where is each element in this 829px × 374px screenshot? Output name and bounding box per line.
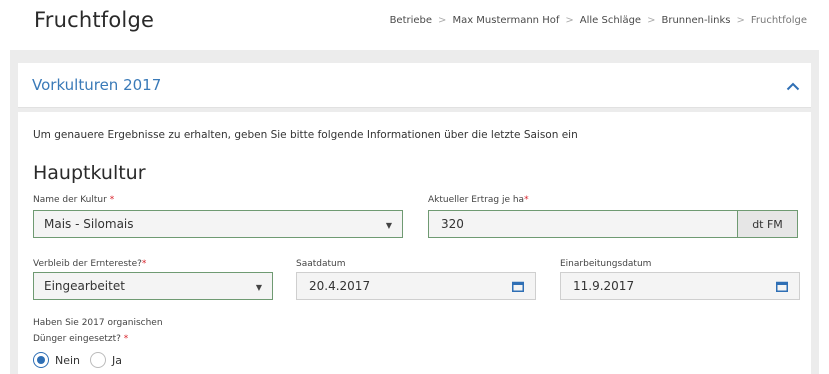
saatdatum-input[interactable]: 20.4.2017	[296, 272, 536, 300]
calendar-icon[interactable]	[512, 281, 524, 292]
kultur-label: Name der Kultur *	[33, 195, 115, 205]
required-marker: *	[141, 259, 147, 269]
required-marker: *	[109, 195, 115, 205]
breadcrumb-betriebe[interactable]: Betriebe	[390, 15, 432, 26]
duenger-radio-group: Nein Ja	[33, 352, 132, 368]
breadcrumb-current: Fruchtfolge	[750, 15, 807, 26]
section-title: Hauptkultur	[33, 162, 146, 184]
saatdatum-label: Saatdatum	[296, 259, 346, 269]
chevron-up-icon[interactable]	[783, 76, 803, 96]
duenger-label-line1: Haben Sie 2017 organischen	[33, 318, 163, 328]
saatdatum-value: 20.4.2017	[309, 279, 371, 293]
ertrag-unit: dt FM	[738, 210, 798, 238]
radio-nein[interactable]	[33, 352, 49, 368]
ertrag-label: Aktueller Ertrag je ha*	[428, 195, 529, 205]
caret-down-icon: ▼	[385, 221, 392, 230]
radio-nein-label[interactable]: Nein	[55, 354, 80, 367]
page-title: Fruchtfolge	[34, 8, 155, 32]
radio-ja[interactable]	[90, 352, 107, 368]
panel-header[interactable]: Vorkulturen 2017	[18, 63, 811, 108]
verbleib-value: Eingearbeitet	[44, 279, 125, 293]
kultur-select[interactable]: Mais - Silomais ▼	[33, 210, 403, 238]
verbleib-label: Verbleib der Erntereste?*	[33, 259, 147, 269]
breadcrumb-schlag[interactable]: Brunnen-links	[661, 15, 730, 26]
panel-title: Vorkulturen 2017	[32, 76, 162, 94]
breadcrumb-separator: >	[438, 15, 447, 26]
info-text: Um genauere Ergebnisse zu erhalten, gebe…	[33, 129, 578, 141]
breadcrumb-hof[interactable]: Max Mustermann Hof	[452, 15, 559, 26]
panel-body: Um genauere Ergebnisse zu erhalten, gebe…	[18, 112, 811, 374]
kultur-value: Mais - Silomais	[44, 217, 134, 231]
ertrag-value: 320	[441, 217, 464, 231]
radio-ja-label[interactable]: Ja	[112, 354, 122, 367]
einarbeitung-input[interactable]: 11.9.2017	[560, 272, 800, 300]
calendar-icon[interactable]	[776, 281, 788, 292]
ertrag-input[interactable]: 320	[428, 210, 738, 238]
required-marker: *	[524, 195, 529, 205]
einarbeitung-label: Einarbeitungsdatum	[560, 259, 652, 269]
breadcrumb-separator: >	[565, 15, 574, 26]
required-marker: *	[123, 334, 129, 344]
duenger-label-line2: Dünger eingesetzt? *	[33, 334, 129, 344]
breadcrumb: Betriebe > Max Mustermann Hof > Alle Sch…	[390, 15, 807, 26]
breadcrumb-separator: >	[736, 15, 745, 26]
breadcrumb-alle-schlaege[interactable]: Alle Schläge	[580, 15, 641, 26]
verbleib-select[interactable]: Eingearbeitet ▼	[33, 272, 273, 300]
breadcrumb-separator: >	[647, 15, 656, 26]
caret-down-icon: ▼	[255, 283, 262, 292]
einarbeitung-value: 11.9.2017	[573, 279, 635, 293]
